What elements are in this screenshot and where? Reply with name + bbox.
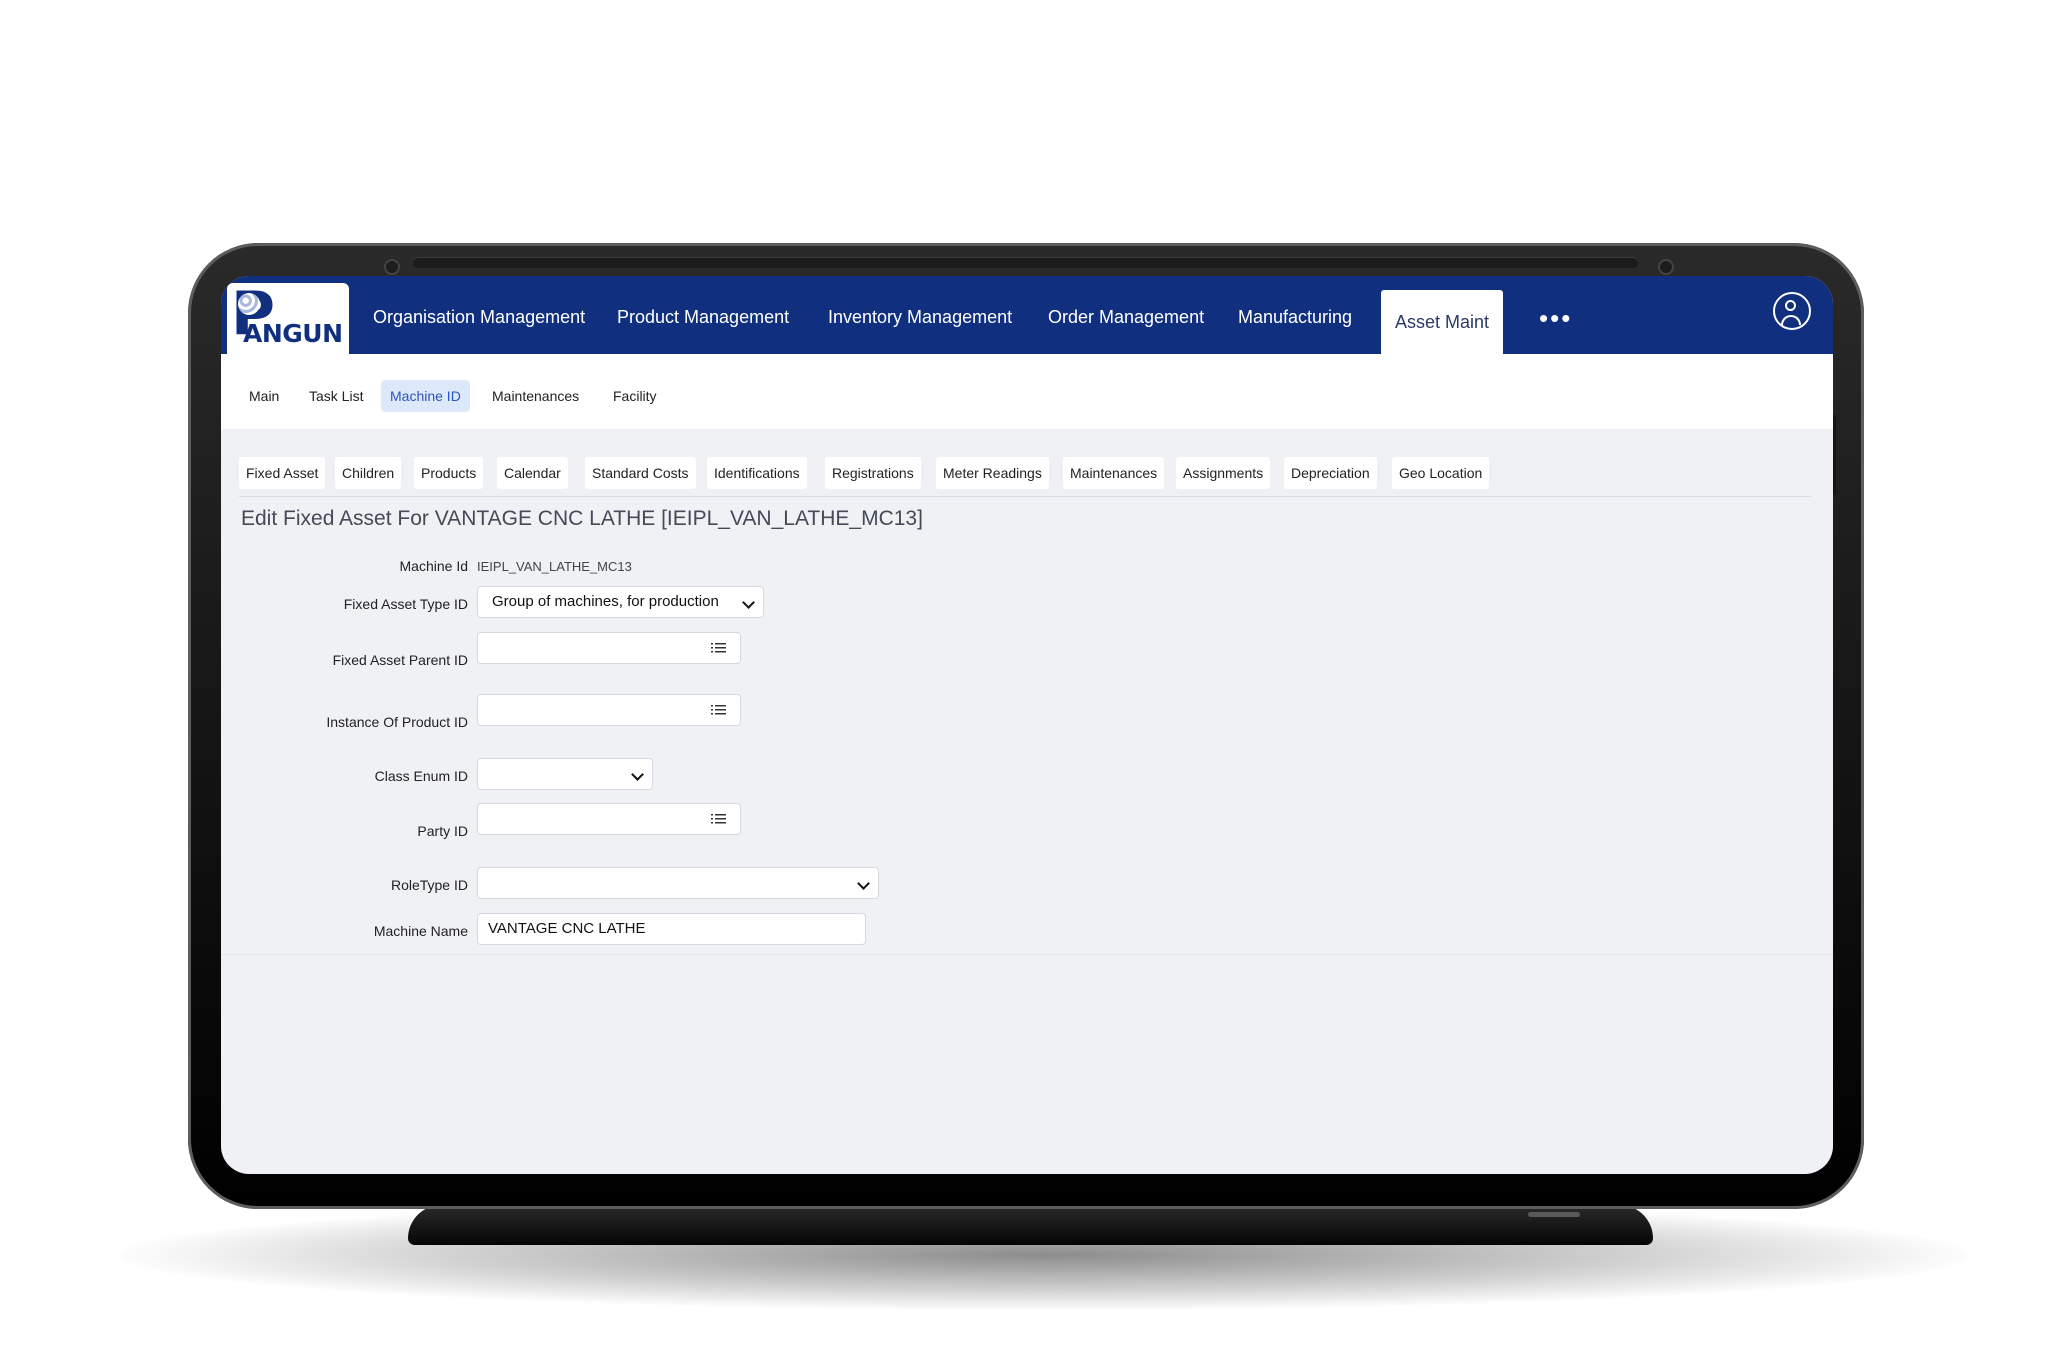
- tab-depreciation[interactable]: Depreciation: [1284, 457, 1377, 489]
- nav-inventory-management[interactable]: Inventory Management: [828, 276, 1012, 354]
- stand-button: [1528, 1212, 1580, 1217]
- class-enum-select[interactable]: [477, 758, 653, 790]
- chevron-down-icon: [631, 768, 644, 781]
- tab-divider: [239, 496, 1811, 497]
- tab-identifications[interactable]: Identifications: [707, 457, 807, 489]
- tab-fixed-asset[interactable]: Fixed Asset: [239, 457, 326, 489]
- app-screen: P ANGUN Organisation Management Product …: [221, 276, 1833, 1174]
- globe-icon: [238, 293, 260, 315]
- tab-geo-location[interactable]: Geo Location: [1392, 457, 1490, 489]
- machine-id-label: Machine Id: [399, 558, 468, 574]
- tab-children[interactable]: Children: [335, 457, 402, 489]
- fixed-asset-parent-input[interactable]: [477, 632, 741, 664]
- camera-left: [384, 259, 400, 275]
- machine-id-value: IEIPL_VAN_LATHE_MC13: [477, 559, 632, 574]
- tab-assignments[interactable]: Assignments: [1176, 457, 1271, 489]
- class-enum-label: Class Enum ID: [374, 768, 468, 784]
- fixed-asset-type-select[interactable]: Group of machines, for production: [477, 586, 764, 618]
- subnav-task-list[interactable]: Task List: [300, 380, 372, 412]
- tablet-top-bezel: [413, 257, 1638, 268]
- role-type-label: RoleType ID: [390, 877, 468, 893]
- page-title: Edit Fixed Asset For VANTAGE CNC LATHE […: [241, 507, 923, 530]
- tab-standard-costs[interactable]: Standard Costs: [585, 457, 696, 489]
- list-lookup-icon[interactable]: [711, 813, 726, 825]
- camera-right: [1658, 259, 1674, 275]
- device-stand: [408, 1205, 1653, 1245]
- tab-products[interactable]: Products: [414, 457, 484, 489]
- tab-meter-readings[interactable]: Meter Readings: [936, 457, 1049, 489]
- list-lookup-icon[interactable]: [711, 642, 726, 654]
- nav-order-management[interactable]: Order Management: [1048, 276, 1204, 354]
- logo-text: ANGUN: [243, 319, 343, 348]
- more-icon[interactable]: •••: [1539, 303, 1572, 334]
- nav-organisation-management[interactable]: Organisation Management: [373, 276, 585, 354]
- tab-registrations[interactable]: Registrations: [825, 457, 921, 489]
- fixed-asset-type-label: Fixed Asset Type ID: [343, 596, 468, 612]
- user-circle-icon[interactable]: [1773, 292, 1811, 330]
- subnav-machine-id[interactable]: Machine ID: [381, 380, 470, 412]
- subnav-facility[interactable]: Facility: [604, 380, 666, 412]
- tab-maintenances[interactable]: Maintenances: [1063, 457, 1165, 489]
- list-lookup-icon[interactable]: [711, 704, 726, 716]
- nav-asset-maint[interactable]: Asset Maint: [1381, 290, 1504, 354]
- form-divider: [221, 954, 1833, 955]
- party-id-label: Party ID: [417, 823, 468, 839]
- nav-manufacturing[interactable]: Manufacturing: [1238, 276, 1352, 354]
- instance-of-product-input[interactable]: [477, 694, 741, 726]
- party-id-input[interactable]: [477, 803, 741, 835]
- fixed-asset-parent-label: Fixed Asset Parent ID: [332, 652, 468, 668]
- role-type-select[interactable]: [477, 867, 879, 899]
- top-navbar: P ANGUN Organisation Management Product …: [221, 276, 1833, 354]
- subnav-maintenances[interactable]: Maintenances: [483, 380, 588, 412]
- pangun-logo[interactable]: P ANGUN: [227, 281, 349, 354]
- fixed-asset-type-value: Group of machines, for production: [492, 593, 719, 610]
- machine-name-input[interactable]: VANTAGE CNC LATHE: [477, 913, 866, 945]
- nav-product-management[interactable]: Product Management: [617, 276, 789, 354]
- tab-calendar[interactable]: Calendar: [497, 457, 568, 489]
- chevron-down-icon: [857, 877, 870, 890]
- subnav-main[interactable]: Main: [240, 380, 288, 412]
- machine-name-label: Machine Name: [373, 923, 468, 939]
- instance-of-product-label: Instance Of Product ID: [326, 714, 468, 730]
- chevron-down-icon: [742, 596, 755, 609]
